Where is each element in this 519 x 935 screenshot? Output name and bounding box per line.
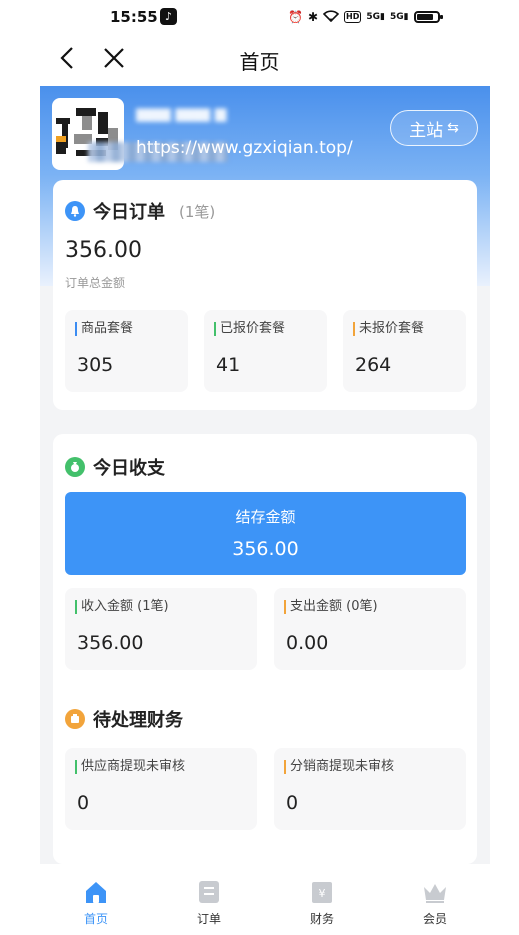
stat-label: 已报价套餐	[214, 322, 285, 336]
today-finance-card: 今日收支 结存金额 356.00 收入金额 (1笔) 356.00 支出金额 (…	[53, 434, 477, 864]
stat-value: 41	[216, 354, 241, 376]
svg-text:¥: ¥	[319, 887, 326, 900]
main-content[interactable]: ▆▆▆ ▆▆▆ ▆ https://www.gzxiqian.top/ 主站 ⇆…	[40, 86, 490, 864]
order-count: (1笔)	[179, 202, 216, 221]
main-site-button[interactable]: 主站 ⇆	[390, 110, 478, 146]
tiktok-icon: ♪	[160, 8, 177, 25]
site-url: https://www.gzxiqian.top/	[136, 138, 353, 158]
stat-value: 0	[77, 792, 90, 814]
battery-icon	[413, 11, 443, 23]
money-bag-icon	[65, 457, 85, 477]
stat-value: 264	[355, 354, 392, 376]
bell-icon	[65, 201, 85, 221]
switch-icon: ⇆	[447, 120, 459, 136]
nav-bar: 首页	[0, 34, 519, 84]
bluetooth-icon: ✱	[307, 10, 319, 24]
tab-label: 财务	[309, 912, 334, 926]
stat-supplier-withdraw[interactable]: 供应商提现未审核 0	[65, 748, 257, 830]
today-orders-title: 今日订单	[93, 202, 165, 223]
tab-home[interactable]: 首页	[66, 878, 126, 927]
site-name-redacted: ▆▆▆ ▆▆▆ ▆	[136, 104, 227, 122]
pending-finance-header: 待处理财务	[65, 706, 183, 732]
stat-value: 0	[286, 792, 299, 814]
stat-quoted-packages[interactable]: 已报价套餐 41	[204, 310, 327, 392]
page-title: 首页	[239, 50, 280, 74]
wallet-icon	[65, 709, 85, 729]
tab-orders[interactable]: 订单	[179, 878, 239, 927]
stat-label: 供应商提现未审核	[75, 760, 185, 774]
today-orders-header: 今日订单 (1笔)	[65, 198, 215, 224]
home-icon	[82, 878, 110, 906]
stat-distributor-withdraw[interactable]: 分销商提现未审核 0	[274, 748, 466, 830]
hd-icon: HD	[344, 11, 362, 23]
signal-icon-2: 5G▮	[389, 12, 409, 22]
stat-label: 未报价套餐	[353, 322, 424, 336]
stat-income[interactable]: 收入金额 (1笔) 356.00	[65, 588, 257, 670]
pending-finance-title: 待处理财务	[93, 710, 183, 731]
stat-label: 分销商提现未审核	[284, 760, 394, 774]
stat-label: 商品套餐	[75, 322, 133, 336]
stat-label: 收入金额 (1笔)	[75, 600, 169, 614]
stat-value: 0.00	[286, 632, 329, 654]
tab-members[interactable]: 会员	[405, 878, 465, 927]
order-icon	[195, 878, 223, 906]
tab-label: 首页	[83, 912, 108, 926]
stat-label: 支出金额 (0笔)	[284, 600, 378, 614]
balance-panel[interactable]: 结存金额 356.00	[65, 492, 466, 575]
today-finance-header: 今日收支	[65, 454, 165, 480]
order-total-label: 订单总金额	[65, 276, 126, 290]
order-total-amount: 356.00	[65, 238, 142, 263]
main-site-label: 主站	[409, 120, 444, 141]
bottom-tab-bar: 首页 订单 ¥ 财务 会员	[40, 864, 490, 935]
balance-label: 结存金额	[235, 508, 296, 526]
signal-icon: 5G▮	[366, 12, 385, 22]
tab-label: 会员	[422, 912, 447, 926]
stat-value: 356.00	[77, 632, 144, 654]
status-time: 15:55	[110, 8, 158, 26]
stat-value: 305	[77, 354, 114, 376]
status-bar: 15:55 ♪ ⏰ ✱ HD 5G▮ 5G▮	[0, 0, 519, 34]
alarm-icon: ⏰	[288, 10, 303, 24]
today-finance-title: 今日收支	[93, 458, 165, 479]
status-icons: ⏰ ✱ HD 5G▮ 5G▮	[288, 8, 443, 26]
stat-expense[interactable]: 支出金额 (0笔) 0.00	[274, 588, 466, 670]
finance-icon: ¥	[308, 878, 336, 906]
today-orders-card: 今日订单 (1笔) 356.00 订单总金额 商品套餐 305 已报价套餐 41…	[53, 180, 477, 410]
stat-product-packages[interactable]: 商品套餐 305	[65, 310, 188, 392]
tab-finance[interactable]: ¥ 财务	[292, 878, 352, 927]
wifi-icon	[322, 9, 340, 25]
crown-icon	[421, 878, 449, 906]
tab-label: 订单	[196, 912, 221, 926]
stat-unquoted-packages[interactable]: 未报价套餐 264	[343, 310, 466, 392]
balance-value: 356.00	[232, 538, 299, 560]
